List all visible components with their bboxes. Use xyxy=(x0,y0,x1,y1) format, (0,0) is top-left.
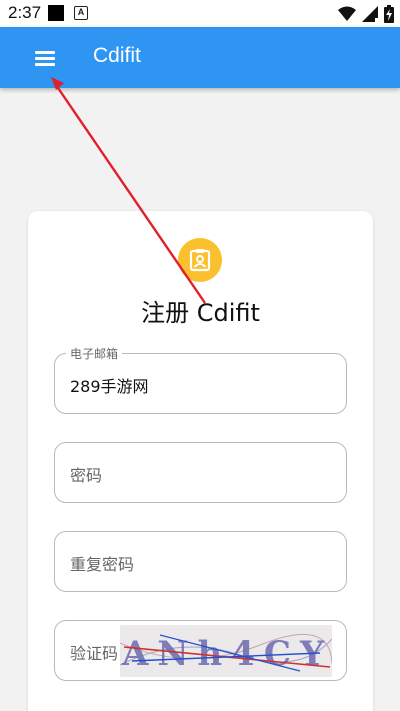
register-card: 注册 Cdifit 电子邮箱 289手游网 密码 重复密码 验证码 ANh4CY xyxy=(28,211,373,711)
repeat-password-field[interactable]: 重复密码 xyxy=(54,531,347,592)
repeat-password-placeholder: 重复密码 xyxy=(70,555,135,574)
badge xyxy=(178,238,222,282)
menu-button[interactable] xyxy=(22,44,66,72)
password-placeholder: 密码 xyxy=(70,466,103,485)
a-badge-icon: A xyxy=(74,6,88,20)
system-icons xyxy=(338,4,394,24)
battery-icon xyxy=(384,5,394,23)
email-label: 电子邮箱 xyxy=(66,345,123,362)
app-title: Cdifit xyxy=(93,44,141,67)
status-bar: 2:37 A xyxy=(0,0,400,27)
captcha-graphic: ANh4CY xyxy=(120,633,332,674)
captcha-placeholder: 验证码 xyxy=(70,644,119,663)
email-field[interactable]: 电子邮箱 289手游网 xyxy=(54,345,347,414)
app-bar: Cdifit xyxy=(0,27,400,88)
email-value: 289手游网 xyxy=(70,377,149,396)
wifi-icon xyxy=(338,6,356,21)
cellular-icon xyxy=(362,6,378,22)
status-time: 2:37 xyxy=(8,3,42,22)
password-field[interactable]: 密码 xyxy=(54,442,347,503)
form-title: 注册 Cdifit xyxy=(141,299,260,327)
captcha-field[interactable]: 验证码 ANh4CY xyxy=(54,620,347,681)
captcha-image[interactable]: ANh4CY xyxy=(120,625,332,677)
contact-card-icon xyxy=(189,249,211,272)
black-square-icon xyxy=(48,5,64,21)
